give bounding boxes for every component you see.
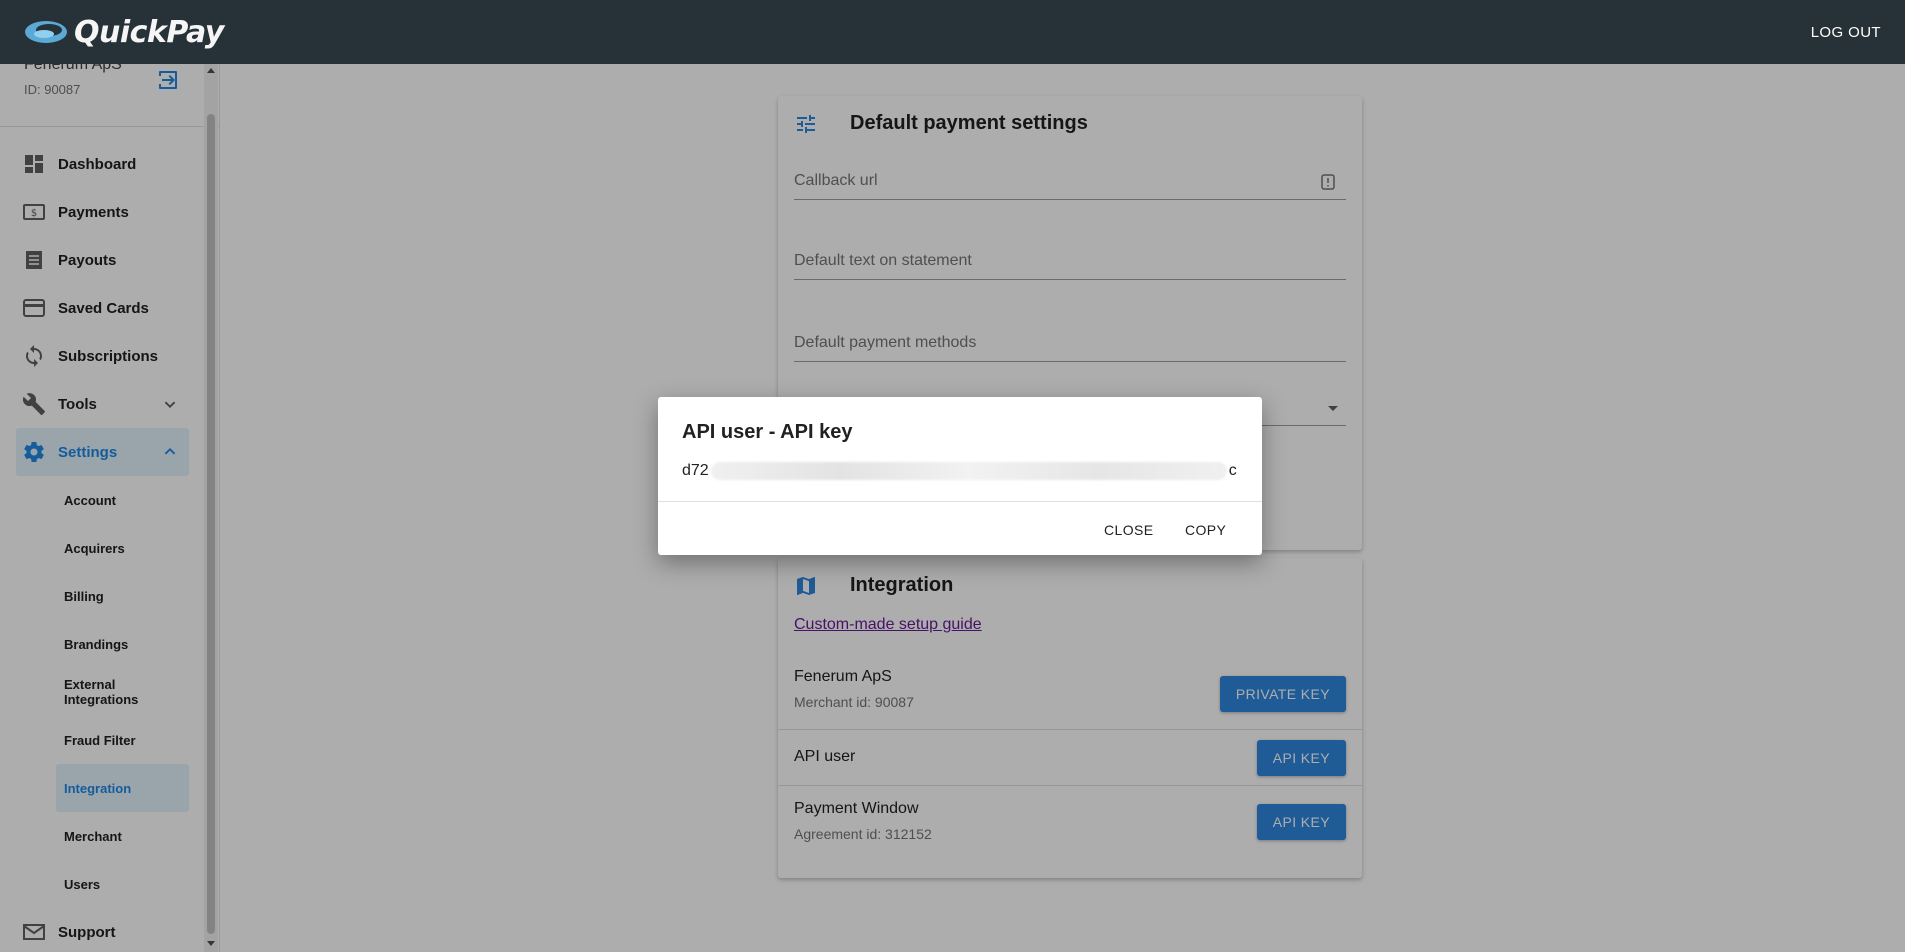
api-key-value[interactable]: d72 c (682, 462, 1237, 480)
logout-button[interactable]: LOG OUT (1811, 24, 1881, 41)
api-key-dialog: API user - API key d72 c CLOSE COPY (658, 397, 1262, 555)
quickpay-logo-icon (25, 21, 67, 43)
brand-name: QuickPay (74, 14, 224, 50)
top-app-bar: QuickPay LOG OUT (0, 0, 1905, 64)
api-key-suffix: c (1228, 462, 1237, 479)
dialog-divider (658, 501, 1262, 502)
brand[interactable]: QuickPay (24, 15, 224, 50)
dialog-title: API user - API key (682, 421, 853, 443)
close-button[interactable]: CLOSE (1092, 512, 1165, 548)
api-key-redacted (710, 462, 1227, 480)
api-key-prefix: d72 (682, 462, 709, 479)
copy-button[interactable]: COPY (1173, 512, 1238, 548)
